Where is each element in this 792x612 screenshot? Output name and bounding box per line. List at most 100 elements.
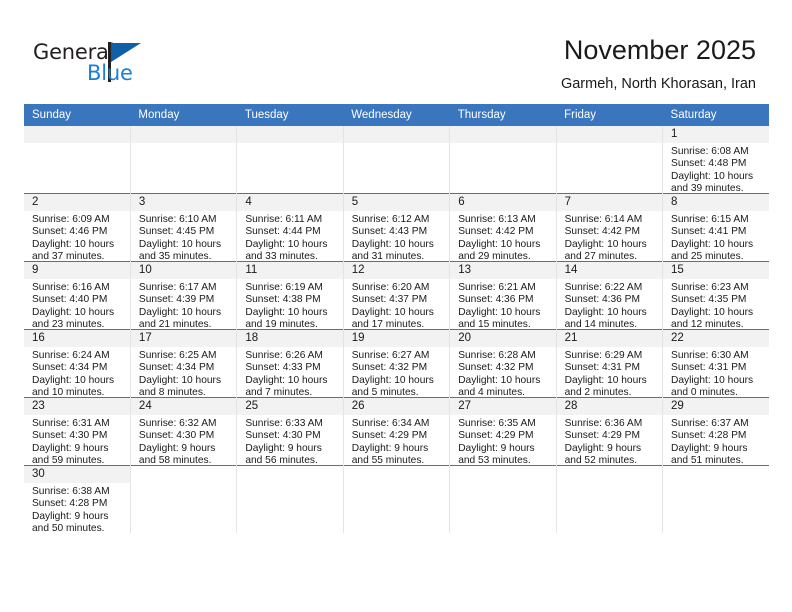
day-cell-inner: 18 Sunrise: 6:26 AM Sunset: 4:33 PM Dayligh… bbox=[237, 330, 343, 398]
sunrise-text: Sunrise: 6:37 AM bbox=[671, 418, 749, 429]
day-cell-details: Sunrise: 6:17 AM Sunset: 4:39 PM Daylight:… bbox=[131, 279, 236, 331]
calendar-day-cell[interactable]: 22 Sunrise: 6:30 AM Sunset: 4:31 PM Dayligh… bbox=[662, 329, 769, 399]
daylight-text-line1: Daylight: 10 hours bbox=[138, 374, 222, 386]
calendar-day-cell[interactable]: 15 Sunrise: 6:23 AM Sunset: 4:35 PM Dayligh… bbox=[662, 261, 769, 330]
day-cell-inner: 4 Sunrise: 6:11 AM Sunset: 4:44 PM Daylight… bbox=[237, 194, 343, 262]
calendar-week-row: 1 Sunrise: 6:08 AM Sunset: 4:48 PM Daylight… bbox=[24, 126, 769, 194]
calendar-day-cell[interactable]: 20 Sunrise: 6:28 AM Sunset: 4:32 PM Dayligh… bbox=[449, 329, 557, 399]
day-cell-details: Sunrise: 6:27 AM Sunset: 4:32 PM Daylight:… bbox=[344, 347, 449, 399]
sunset-text: Sunset: 4:45 PM bbox=[138, 226, 215, 238]
calendar-day-cell[interactable]: 8 Sunrise: 6:15 AM Sunset: 4:41 PM Daylight… bbox=[662, 193, 769, 262]
calendar-day-cell[interactable]: 13 Sunrise: 6:21 AM Sunset: 4:36 PM Dayligh… bbox=[449, 261, 557, 330]
sunrise-text: Sunrise: 6:38 AM bbox=[32, 486, 110, 497]
calendar-day-cell[interactable]: 25 Sunrise: 6:33 AM Sunset: 4:30 PM Dayligh… bbox=[236, 397, 344, 466]
day-number: 6 bbox=[450, 194, 556, 211]
day-cell-details: Sunrise: 6:28 AM Sunset: 4:32 PM Daylight:… bbox=[450, 347, 555, 399]
day-cell-inner bbox=[343, 466, 450, 533]
calendar-day-cell[interactable]: 5 Sunrise: 6:12 AM Sunset: 4:43 PM Daylight… bbox=[342, 193, 450, 262]
sunrise-text: Sunrise: 6:21 AM bbox=[458, 282, 536, 293]
calendar-day-cell[interactable]: 10 Sunrise: 6:17 AM Sunset: 4:39 PM Dayligh… bbox=[129, 261, 237, 331]
day-cell-details: Sunrise: 6:10 AM Sunset: 4:45 PM Daylight:… bbox=[131, 211, 236, 263]
sunrise-text: Sunrise: 6:30 AM bbox=[671, 350, 749, 361]
day-number bbox=[237, 466, 343, 483]
day-cell-inner: 9 Sunrise: 6:16 AM Sunset: 4:40 PM Daylight… bbox=[24, 262, 130, 330]
day-number: 29 bbox=[663, 398, 769, 415]
day-cell-inner: 10 Sunrise: 6:17 AM Sunset: 4:39 PM Dayligh… bbox=[130, 262, 237, 331]
day-cell-details: Sunrise: 6:09 AM Sunset: 4:46 PM Daylight:… bbox=[24, 211, 130, 263]
day-cell-details: Sunrise: 6:22 AM Sunset: 4:36 PM Daylight:… bbox=[557, 279, 662, 331]
daylight-text-line1: Daylight: 10 hours bbox=[32, 238, 115, 250]
daylight-text-line1: Daylight: 9 hours bbox=[138, 442, 216, 454]
day-cell-inner: 23 Sunrise: 6:31 AM Sunset: 4:30 PM Dayligh… bbox=[24, 398, 130, 466]
day-cell-inner: 27 Sunrise: 6:35 AM Sunset: 4:29 PM Dayligh… bbox=[450, 398, 556, 467]
daylight-text-line1: Daylight: 10 hours bbox=[245, 374, 328, 386]
calendar-week-row: 23 Sunrise: 6:31 AM Sunset: 4:30 PM Dayligh… bbox=[24, 397, 769, 467]
calendar-day-cell[interactable]: 6 Sunrise: 6:13 AM Sunset: 4:42 PM Daylight… bbox=[449, 193, 557, 262]
calendar-day-cell[interactable]: 23 Sunrise: 6:31 AM Sunset: 4:30 PM Dayligh… bbox=[24, 397, 131, 466]
day-cell-inner: 24 Sunrise: 6:32 AM Sunset: 4:30 PM Dayligh… bbox=[130, 398, 237, 466]
day-cell-inner: 13 Sunrise: 6:21 AM Sunset: 4:36 PM Dayligh… bbox=[450, 262, 556, 330]
calendar-day-cell[interactable]: 1 Sunrise: 6:08 AM Sunset: 4:48 PM Daylight… bbox=[662, 126, 769, 194]
calendar-empty-cell bbox=[342, 126, 450, 194]
weekday-header-tuesday: Tuesday bbox=[236, 104, 344, 126]
daylight-text-line1: Daylight: 10 hours bbox=[564, 306, 647, 318]
calendar-day-cell[interactable]: 24 Sunrise: 6:32 AM Sunset: 4:30 PM Dayligh… bbox=[129, 397, 237, 466]
calendar-day-cell[interactable]: 19 Sunrise: 6:27 AM Sunset: 4:32 PM Dayligh… bbox=[342, 329, 450, 399]
day-number: 13 bbox=[450, 262, 556, 279]
calendar-day-cell[interactable]: 11 Sunrise: 6:19 AM Sunset: 4:38 PM Dayligh… bbox=[236, 261, 344, 330]
daylight-text-line1: Daylight: 9 hours bbox=[32, 442, 109, 454]
sunrise-text: Sunrise: 6:33 AM bbox=[245, 418, 323, 429]
page-title: November 2025 bbox=[563, 35, 756, 65]
calendar-day-cell[interactable]: 14 Sunrise: 6:22 AM Sunset: 4:36 PM Dayligh… bbox=[555, 261, 663, 331]
day-cell-details: Sunrise: 6:35 AM Sunset: 4:29 PM Daylight:… bbox=[450, 415, 555, 467]
calendar-day-cell[interactable]: 30 Sunrise: 6:38 AM Sunset: 4:28 PM Dayligh… bbox=[24, 465, 131, 534]
calendar-day-cell[interactable]: 12 Sunrise: 6:20 AM Sunset: 4:37 PM Dayligh… bbox=[342, 261, 450, 330]
calendar-day-cell[interactable]: 9 Sunrise: 6:16 AM Sunset: 4:40 PM Daylight… bbox=[24, 261, 131, 330]
calendar-day-cell[interactable]: 17 Sunrise: 6:25 AM Sunset: 4:34 PM Dayligh… bbox=[129, 329, 237, 398]
day-cell-details: Sunrise: 6:30 AM Sunset: 4:31 PM Daylight:… bbox=[663, 347, 769, 399]
day-cell-inner: 11 Sunrise: 6:19 AM Sunset: 4:38 PM Dayligh… bbox=[237, 262, 343, 330]
sunrise-text: Sunrise: 6:23 AM bbox=[671, 282, 749, 293]
day-number: 5 bbox=[343, 194, 450, 211]
day-number: 17 bbox=[130, 330, 237, 347]
sunset-text: Sunset: 4:28 PM bbox=[32, 498, 108, 510]
calendar-page: General Blue November 2025 Garmeh, North… bbox=[0, 0, 792, 612]
daylight-text-line1: Daylight: 10 hours bbox=[351, 306, 434, 318]
daylight-text-line1: Daylight: 9 hours bbox=[245, 442, 322, 454]
sunrise-text: Sunrise: 6:35 AM bbox=[458, 418, 536, 429]
sunrise-text: Sunrise: 6:28 AM bbox=[458, 350, 536, 361]
calendar-day-cell[interactable]: 21 Sunrise: 6:29 AM Sunset: 4:31 PM Dayligh… bbox=[555, 329, 663, 399]
sunrise-text: Sunrise: 6:27 AM bbox=[351, 350, 430, 361]
day-cell-inner: 26 Sunrise: 6:34 AM Sunset: 4:29 PM Dayligh… bbox=[343, 398, 450, 466]
day-cell-inner: 25 Sunrise: 6:33 AM Sunset: 4:30 PM Dayligh… bbox=[237, 398, 343, 466]
day-number: 22 bbox=[663, 330, 769, 347]
day-cell-inner: 19 Sunrise: 6:27 AM Sunset: 4:32 PM Dayligh… bbox=[343, 330, 450, 399]
calendar-day-cell[interactable]: 7 Sunrise: 6:14 AM Sunset: 4:42 PM Daylight… bbox=[555, 193, 663, 262]
calendar-day-cell[interactable]: 29 Sunrise: 6:37 AM Sunset: 4:28 PM Dayligh… bbox=[662, 397, 769, 466]
sunset-text: Sunset: 4:31 PM bbox=[564, 362, 640, 374]
calendar-day-cell[interactable]: 18 Sunrise: 6:26 AM Sunset: 4:33 PM Dayligh… bbox=[236, 329, 344, 398]
calendar-day-cell[interactable]: 4 Sunrise: 6:11 AM Sunset: 4:44 PM Daylight… bbox=[236, 193, 344, 262]
daylight-text-line2: and 50 minutes. bbox=[32, 522, 105, 534]
day-cell-inner: 22 Sunrise: 6:30 AM Sunset: 4:31 PM Dayligh… bbox=[663, 330, 769, 399]
calendar-day-cell[interactable]: 3 Sunrise: 6:10 AM Sunset: 4:45 PM Daylight… bbox=[129, 193, 237, 263]
sunrise-text: Sunrise: 6:15 AM bbox=[671, 214, 749, 225]
calendar-day-cell[interactable]: 28 Sunrise: 6:36 AM Sunset: 4:29 PM Dayligh… bbox=[555, 397, 663, 466]
calendar-day-cell[interactable]: 27 Sunrise: 6:35 AM Sunset: 4:29 PM Dayligh… bbox=[449, 397, 557, 467]
sunset-text: Sunset: 4:37 PM bbox=[351, 294, 428, 306]
calendar-empty-cell bbox=[129, 126, 237, 194]
daylight-text-line1: Daylight: 10 hours bbox=[245, 238, 328, 250]
calendar-empty-cell bbox=[342, 465, 450, 533]
sunrise-text: Sunrise: 6:19 AM bbox=[245, 282, 323, 293]
calendar-day-cell[interactable]: 16 Sunrise: 6:24 AM Sunset: 4:34 PM Dayligh… bbox=[24, 329, 131, 398]
day-number: 18 bbox=[237, 330, 343, 347]
calendar-day-cell[interactable]: 26 Sunrise: 6:34 AM Sunset: 4:29 PM Dayligh… bbox=[342, 397, 450, 466]
calendar-day-cell[interactable]: 2 Sunrise: 6:09 AM Sunset: 4:46 PM Daylight… bbox=[24, 193, 131, 263]
calendar-week-row: 2 Sunrise: 6:09 AM Sunset: 4:46 PM Daylight… bbox=[24, 193, 769, 263]
sunset-text: Sunset: 4:48 PM bbox=[671, 158, 747, 170]
day-cell-details: Sunrise: 6:29 AM Sunset: 4:31 PM Daylight:… bbox=[557, 347, 662, 399]
daylight-text-line1: Daylight: 10 hours bbox=[138, 238, 222, 250]
day-number: 16 bbox=[24, 330, 130, 347]
general-blue-logo[interactable]: General Blue bbox=[33, 40, 163, 86]
sunset-text: Sunset: 4:42 PM bbox=[458, 226, 534, 238]
